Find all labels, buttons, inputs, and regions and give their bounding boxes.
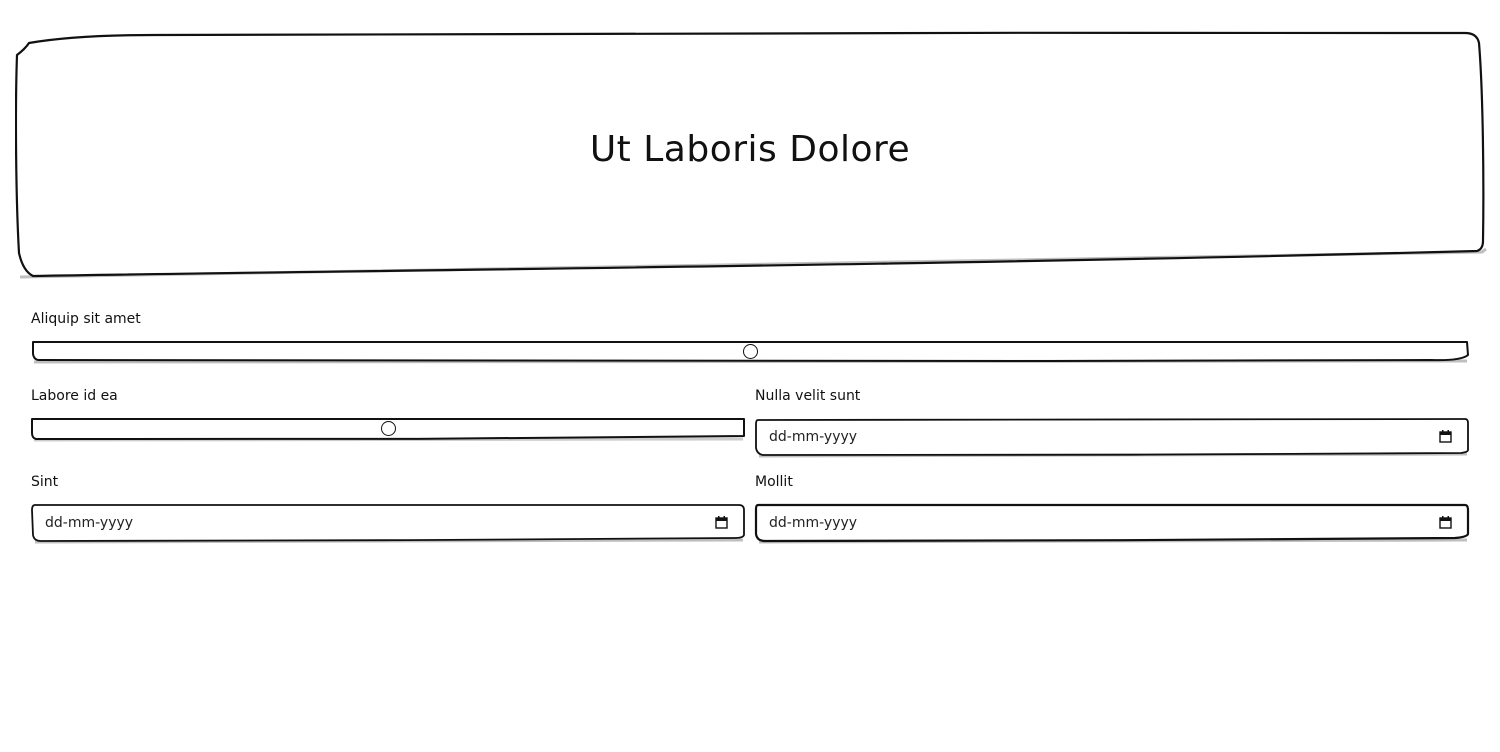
- sint-label: Sint: [31, 474, 59, 490]
- nulla-label: Nulla velit sunt: [755, 388, 861, 404]
- nulla-date-placeholder: dd-mm-yyyy: [769, 429, 858, 445]
- aliquip-label: Aliquip sit amet: [31, 311, 141, 327]
- calendar-icon[interactable]: [715, 516, 728, 529]
- sint-date-input[interactable]: dd-mm-yyyy: [31, 504, 745, 544]
- page: Ut Laboris Dolore Aliquip sit amet Labor…: [0, 0, 1500, 752]
- aliquip-slider-thumb[interactable]: [742, 344, 758, 359]
- labore-slider-thumb[interactable]: [380, 421, 396, 436]
- mollit-date-placeholder: dd-mm-yyyy: [769, 515, 858, 531]
- mollit-date-input[interactable]: dd-mm-yyyy: [754, 503, 1470, 544]
- page-title: Ut Laboris Dolore: [589, 128, 911, 170]
- sint-date-placeholder: dd-mm-yyyy: [45, 515, 134, 531]
- labore-slider[interactable]: [31, 418, 745, 442]
- header-box: Ut Laboris Dolore: [15, 31, 1487, 279]
- mollit-label: Mollit: [755, 474, 793, 490]
- calendar-icon[interactable]: [1439, 516, 1452, 529]
- aliquip-slider[interactable]: [31, 340, 1469, 364]
- labore-label: Labore id ea: [31, 388, 118, 404]
- calendar-icon[interactable]: [1439, 430, 1452, 443]
- nulla-date-input[interactable]: dd-mm-yyyy: [755, 418, 1469, 458]
